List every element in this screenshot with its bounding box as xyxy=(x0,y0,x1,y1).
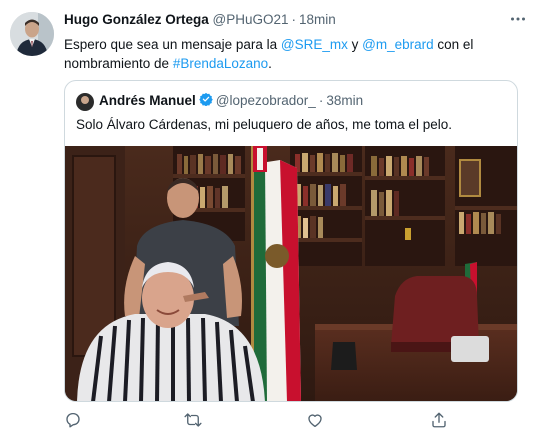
separator-dot: · xyxy=(318,93,324,109)
tweet-card[interactable]: Hugo González Ortega @PHuGO21 · 18min Espe… xyxy=(0,0,542,443)
quoted-avatar[interactable] xyxy=(76,92,94,111)
quoted-author-name[interactable]: Andrés Manuel xyxy=(99,93,196,108)
author-name[interactable]: Hugo González Ortega xyxy=(64,12,209,27)
action-bar xyxy=(64,411,518,431)
tweet-text: Espero que sea un mensaje para la @SRE_m… xyxy=(64,35,484,73)
retweet-icon[interactable] xyxy=(184,411,204,431)
text-segment: . xyxy=(268,56,272,71)
quoted-header: Andrés Manuel @lopezobrador_ · 38min xyxy=(76,92,363,111)
verified-badge-icon xyxy=(199,92,213,109)
quoted-text: Solo Álvaro Cárdenas, mi peluquero de añ… xyxy=(76,117,452,132)
tweet-header: Hugo González Ortega @PHuGO21 · 18min xyxy=(64,12,530,32)
author-handle[interactable]: @PHuGO21 xyxy=(213,12,289,27)
separator-dot: · xyxy=(291,12,297,27)
more-icon[interactable] xyxy=(506,10,530,32)
quoted-tweet[interactable]: Andrés Manuel @lopezobrador_ · 38min Solo Á… xyxy=(64,80,518,402)
author-avatar[interactable] xyxy=(10,12,54,56)
quoted-photo[interactable] xyxy=(65,146,517,401)
reply-icon[interactable] xyxy=(64,411,84,431)
like-icon[interactable] xyxy=(306,411,326,431)
quoted-handle[interactable]: @lopezobrador_ xyxy=(216,93,316,108)
share-icon[interactable] xyxy=(430,411,450,431)
text-segment: y xyxy=(347,37,363,52)
mention-sre[interactable]: @SRE_mx xyxy=(281,37,348,52)
quoted-time[interactable]: 38min xyxy=(326,93,363,108)
text-segment: Espero que sea un mensaje para la xyxy=(64,37,281,52)
hashtag-link[interactable]: #BrendaLozano xyxy=(173,56,268,71)
mention-ebrard[interactable]: @m_ebrard xyxy=(362,37,433,52)
tweet-time[interactable]: 18min xyxy=(299,12,336,27)
